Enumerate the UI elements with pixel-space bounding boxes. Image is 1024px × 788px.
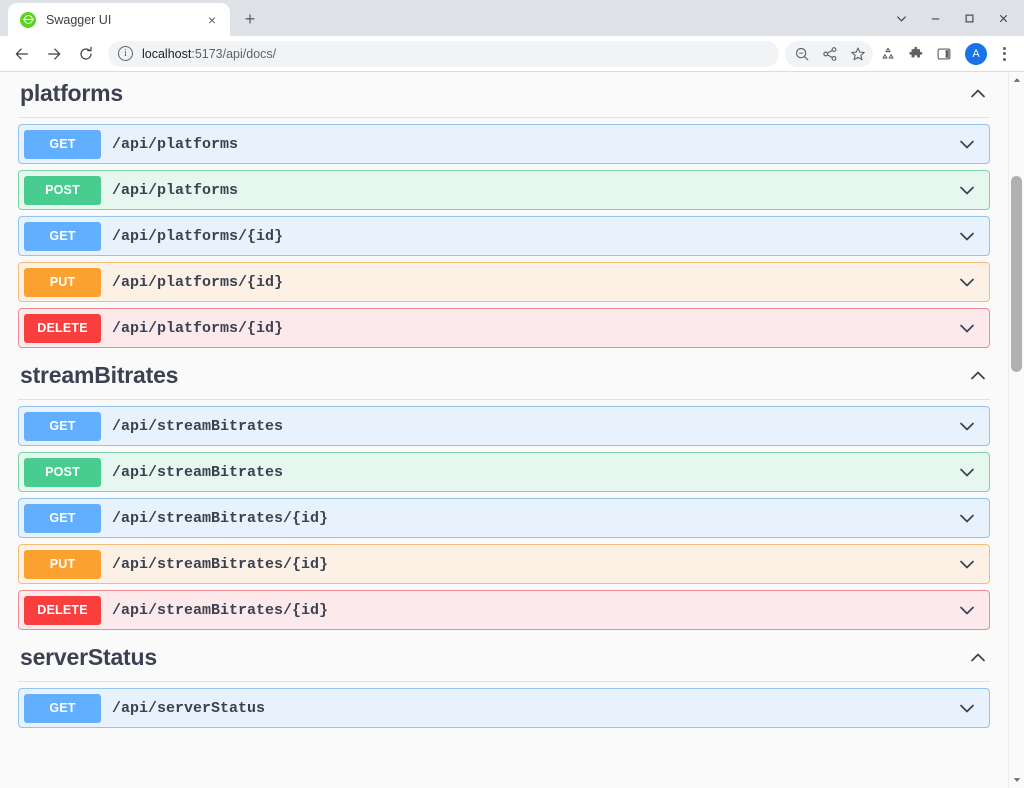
operation-row[interactable]: POST/api/platforms (18, 170, 990, 210)
operation-path: /api/serverStatus (112, 699, 266, 717)
chevron-up-icon[interactable] (968, 84, 988, 104)
operation-row[interactable]: GET/api/platforms (18, 124, 990, 164)
tab-title: Swagger UI (46, 12, 112, 27)
operation-path: /api/platforms (112, 135, 239, 153)
operation-row[interactable]: GET/api/serverStatus (18, 688, 990, 728)
forward-button[interactable] (40, 40, 68, 68)
operation-path: /api/streamBitrates/{id} (112, 555, 329, 573)
site-info-icon[interactable]: i (118, 46, 133, 61)
chevron-down-icon[interactable] (957, 180, 977, 200)
chevron-down-icon[interactable] (957, 226, 977, 246)
url-host: localhost (142, 46, 192, 61)
operation-row[interactable]: DELETE/api/platforms/{id} (18, 308, 990, 348)
api-tag-section: streamBitrates GET/api/streamBitrates POST… (8, 354, 1000, 630)
operation-path: /api/platforms (112, 181, 239, 199)
scroll-down-arrow-icon[interactable] (1009, 772, 1024, 788)
bookmark-star-icon[interactable] (845, 41, 871, 67)
extensions-puzzle-icon[interactable] (903, 41, 929, 67)
scroll-up-arrow-icon[interactable] (1009, 72, 1024, 88)
section-divider (18, 117, 990, 118)
chevron-down-icon[interactable] (957, 600, 977, 620)
operation-row[interactable]: POST/api/streamBitrates (18, 452, 990, 492)
chevron-down-icon[interactable] (957, 416, 977, 436)
operation-path: /api/platforms/{id} (112, 227, 284, 245)
side-panel-icon[interactable] (931, 41, 957, 67)
chevron-up-icon[interactable] (968, 366, 988, 386)
section-divider (18, 681, 990, 682)
reload-button[interactable] (72, 40, 100, 68)
section-header-streamBitrates[interactable]: streamBitrates (8, 354, 1000, 399)
maximize-icon[interactable] (952, 3, 986, 33)
chevron-down-icon[interactable] (957, 134, 977, 154)
operation-path: /api/streamBitrates (112, 417, 284, 435)
section-header-platforms[interactable]: platforms (8, 72, 1000, 117)
swagger-ui-content: platforms GET/api/platforms POST/api/platf… (0, 72, 1024, 788)
page-viewport: platforms GET/api/platforms POST/api/platf… (0, 72, 1024, 788)
chevron-down-icon[interactable] (957, 462, 977, 482)
omnibox-trailing-icons (785, 40, 873, 67)
operation-path: /api/streamBitrates (112, 463, 284, 481)
api-tag-section: serverStatus GET/api/serverStatus (8, 636, 1000, 728)
section-title: serverStatus (20, 644, 157, 670)
toolbar-icons: A (785, 40, 1016, 67)
close-window-icon[interactable] (986, 3, 1020, 33)
http-method-badge: GET (24, 411, 101, 441)
url-path: :5173/api/docs/ (191, 46, 277, 61)
section-header-serverStatus[interactable]: serverStatus (8, 636, 1000, 681)
operation-path: /api/streamBitrates/{id} (112, 601, 329, 619)
zoom-icon[interactable] (789, 41, 815, 67)
operation-row[interactable]: PUT/api/streamBitrates/{id} (18, 544, 990, 584)
url-text: localhost:5173/api/docs/ (142, 47, 276, 61)
http-method-badge: POST (24, 175, 101, 205)
scrollbar-track[interactable] (1009, 88, 1024, 772)
http-method-badge: GET (24, 129, 101, 159)
operation-row[interactable]: GET/api/streamBitrates (18, 406, 990, 446)
section-title: streamBitrates (20, 362, 179, 388)
scrollbar-thumb[interactable] (1011, 176, 1022, 372)
section-divider (18, 399, 990, 400)
chevron-up-icon[interactable] (968, 648, 988, 668)
recycle-icon[interactable] (875, 41, 901, 67)
chevron-down-icon[interactable] (957, 508, 977, 528)
chevron-down-icon[interactable] (957, 698, 977, 718)
vertical-scrollbar[interactable] (1008, 72, 1024, 788)
http-method-badge: PUT (24, 267, 101, 297)
chevron-down-icon[interactable] (957, 318, 977, 338)
http-method-badge: DELETE (24, 313, 101, 343)
tab-strip: Swagger UI × + (0, 0, 1024, 36)
section-title: platforms (20, 80, 123, 106)
http-method-badge: DELETE (24, 595, 101, 625)
address-bar[interactable]: i localhost:5173/api/docs/ (108, 40, 779, 67)
http-method-badge: POST (24, 457, 101, 487)
http-method-badge: GET (24, 693, 101, 723)
three-dot-menu[interactable] (992, 41, 1016, 67)
chevron-down-icon[interactable] (957, 272, 977, 292)
operation-row[interactable]: GET/api/streamBitrates/{id} (18, 498, 990, 538)
http-method-badge: GET (24, 221, 101, 251)
chevron-down-icon[interactable] (957, 554, 977, 574)
browser-tab-swagger-ui[interactable]: Swagger UI × (8, 3, 230, 36)
api-tag-section: platforms GET/api/platforms POST/api/platf… (8, 72, 1000, 348)
window-controls (884, 0, 1024, 36)
operation-row[interactable]: PUT/api/platforms/{id} (18, 262, 990, 302)
operation-row[interactable]: GET/api/platforms/{id} (18, 216, 990, 256)
operation-path: /api/platforms/{id} (112, 273, 284, 291)
new-tab-button[interactable]: + (236, 5, 264, 33)
http-method-badge: GET (24, 503, 101, 533)
operation-path: /api/platforms/{id} (112, 319, 284, 337)
chevron-down-icon[interactable] (884, 3, 918, 33)
operation-row[interactable]: DELETE/api/streamBitrates/{id} (18, 590, 990, 630)
http-method-badge: PUT (24, 549, 101, 579)
back-button[interactable] (8, 40, 36, 68)
close-icon[interactable]: × (202, 10, 222, 30)
swagger-logo-icon (20, 11, 36, 28)
browser-toolbar: i localhost:5173/api/docs/ A (0, 36, 1024, 72)
browser-window: Swagger UI × + i localhost:5173/api/docs… (0, 0, 1024, 788)
share-icon[interactable] (817, 41, 843, 67)
avatar[interactable]: A (965, 42, 987, 65)
minimize-icon[interactable] (918, 3, 952, 33)
operation-path: /api/streamBitrates/{id} (112, 509, 329, 527)
